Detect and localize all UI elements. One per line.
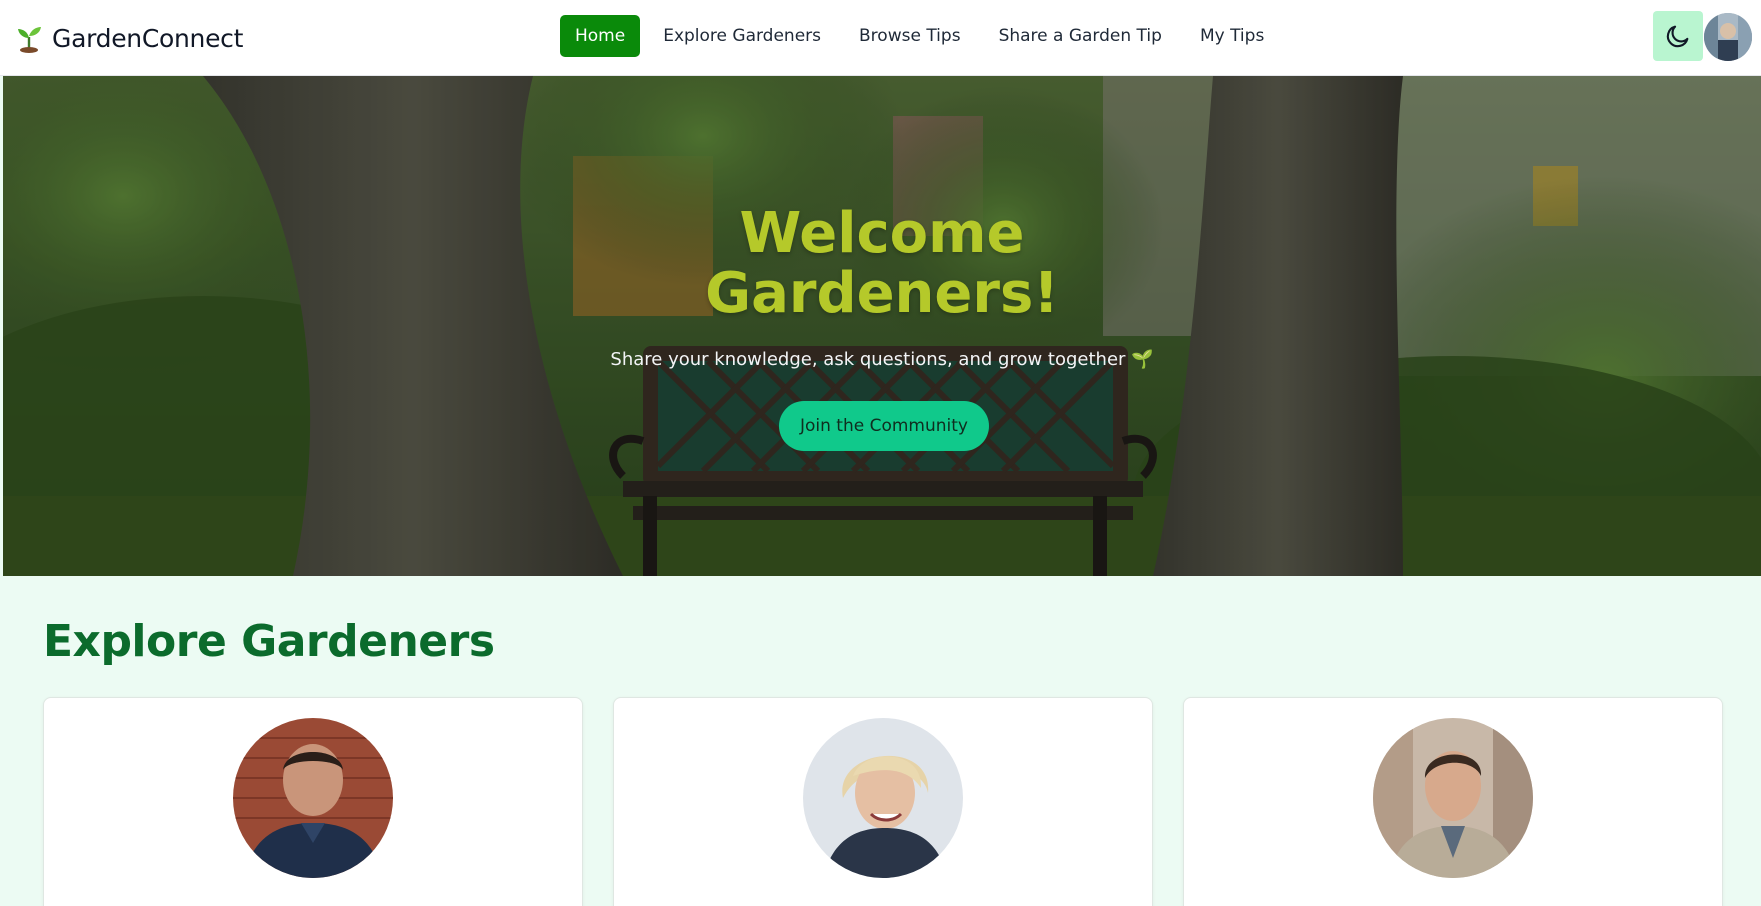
gardener-avatar xyxy=(803,718,963,878)
gardener-avatar xyxy=(1373,718,1533,878)
gardener-photo xyxy=(1373,718,1533,878)
gardener-photo xyxy=(803,718,963,878)
brand-logo-link[interactable]: GardenConnect xyxy=(16,20,243,56)
hero-section: Welcome Gardeners! Share your knowledge,… xyxy=(3,76,1761,576)
brand-name: GardenConnect xyxy=(52,23,244,53)
user-avatar-image xyxy=(1704,13,1752,61)
hero-title: Welcome Gardeners! xyxy=(705,201,1059,326)
nav-home[interactable]: Home xyxy=(560,15,641,57)
nav-share-garden-tip[interactable]: Share a Garden Tip xyxy=(984,15,1177,57)
gardener-card[interactable] xyxy=(613,697,1153,906)
user-avatar[interactable] xyxy=(1704,13,1752,61)
nav-browse-tips[interactable]: Browse Tips xyxy=(844,15,976,57)
join-community-button[interactable]: Join the Community xyxy=(779,401,989,451)
explore-gardeners-heading: Explore Gardeners xyxy=(43,616,495,667)
moon-icon xyxy=(1666,25,1689,48)
theme-toggle-button[interactable] xyxy=(1653,11,1703,61)
hero-subtitle: Share your knowledge, ask questions, and… xyxy=(610,349,1154,370)
top-navbar: GardenConnect Home Explore Gardeners Bro… xyxy=(0,0,1761,76)
hero-content: Welcome Gardeners! Share your knowledge,… xyxy=(3,76,1761,576)
gardener-avatar xyxy=(233,718,393,878)
gardener-photo xyxy=(233,718,393,878)
seedling-icon xyxy=(18,27,41,53)
gardener-card[interactable] xyxy=(43,697,583,906)
nav-links: Home Explore Gardeners Browse Tips Share… xyxy=(560,15,1279,57)
nav-explore-gardeners[interactable]: Explore Gardeners xyxy=(648,15,836,57)
gardener-card[interactable] xyxy=(1183,697,1723,906)
nav-my-tips[interactable]: My Tips xyxy=(1185,15,1279,57)
